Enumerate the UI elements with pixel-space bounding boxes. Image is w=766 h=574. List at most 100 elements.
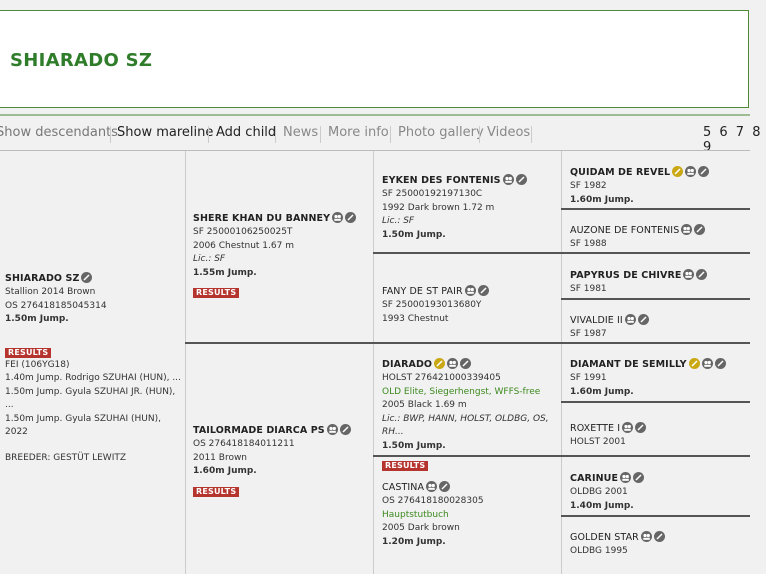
people-icon[interactable]: [332, 212, 344, 223]
column-divider: [561, 151, 562, 574]
nav-separator: [320, 126, 321, 143]
people-icon[interactable]: [701, 358, 713, 369]
results-badge[interactable]: RESULTS: [193, 288, 240, 298]
row-divider: [561, 515, 750, 517]
horse-studbook: Hauptstutbuch: [382, 509, 449, 520]
edit-icon[interactable]: [694, 224, 706, 235]
horse-name[interactable]: DIARADO: [382, 359, 432, 370]
edit-icon[interactable]: [460, 358, 472, 369]
fei-id: FEI (106YG18): [5, 359, 70, 370]
horse-titles: OLD Elite, Siegerhengst, WFFS-free: [382, 386, 541, 397]
horse-name[interactable]: VIVALDIE II: [570, 315, 623, 326]
people-icon[interactable]: [685, 166, 697, 177]
horse-license: Lic.: SF: [382, 216, 415, 226]
horse-id: OLDBG 2001: [570, 487, 628, 497]
edit-icon[interactable]: [515, 174, 527, 185]
breeder: BREEDER: GESTÜT LEWITZ: [5, 452, 127, 463]
edit-icon[interactable]: [633, 472, 645, 483]
edit-icon[interactable]: [696, 269, 708, 280]
results-badge[interactable]: RESULTS: [193, 486, 240, 497]
g4-horse: AUZONE DE FONTENIS SF 1988: [570, 218, 750, 252]
result-row: 1.50m Jump. Gyula SZUHAI JR. (HUN), ...: [5, 386, 176, 411]
edit-icon[interactable]: [339, 424, 351, 435]
row-divider: [373, 252, 750, 254]
nav-separator: [275, 126, 276, 143]
subject-id: OS 276418185045314: [5, 300, 107, 311]
horse-jump: 1.40m Jump.: [570, 500, 634, 511]
premium-icon[interactable]: [434, 358, 446, 369]
videos-link[interactable]: Videos: [487, 125, 530, 140]
show-descendants-link[interactable]: Show descendants: [0, 125, 118, 140]
row-divider: [185, 342, 750, 344]
people-icon[interactable]: [326, 424, 338, 435]
premium-icon[interactable]: [688, 358, 700, 369]
people-icon[interactable]: [464, 285, 476, 296]
results-badge[interactable]: RESULTS: [382, 461, 429, 471]
horse-license: Lic.: BWP, HANN, HOLST, OLDBG, OS, RH...: [382, 413, 549, 438]
photo-gallery-link[interactable]: Photo gallery: [398, 125, 484, 140]
edit-icon[interactable]: [637, 314, 649, 325]
edit-icon[interactable]: [698, 166, 710, 177]
horse-name[interactable]: CASTINA: [382, 482, 424, 493]
edit-icon[interactable]: [345, 212, 357, 223]
dam-id: OS 276418184011211: [193, 439, 295, 449]
premium-icon[interactable]: [672, 166, 684, 177]
edit-icon[interactable]: [653, 531, 665, 542]
edit-icon[interactable]: [439, 481, 451, 492]
dam-name[interactable]: TAILORMADE DIARCA PS: [193, 425, 325, 436]
row-divider: [561, 208, 750, 210]
nav-separator: [110, 126, 111, 143]
people-icon[interactable]: [624, 314, 636, 325]
g4-horse: QUIDAM DE REVEL SF 1982 1.60m Jump.: [570, 160, 750, 207]
horse-jump: 1.50m Jump.: [382, 440, 446, 451]
horse-info: 2005 Dark brown: [382, 523, 460, 533]
horse-id: OS 276418180028305: [382, 496, 484, 506]
people-icon[interactable]: [447, 358, 459, 369]
news-link[interactable]: News: [283, 125, 318, 140]
g4-horse: DIAMANT DE SEMILLY SF 1991 1.60m Jump.: [570, 352, 750, 399]
page-title: SHIARADO SZ: [10, 50, 153, 71]
horse-name[interactable]: EYKEN DES FONTENIS: [382, 175, 501, 186]
people-icon[interactable]: [622, 422, 634, 433]
people-icon[interactable]: [681, 224, 693, 235]
nav-separator: [531, 126, 532, 143]
sire-name[interactable]: SHERE KHAN DU BANNEY: [193, 213, 330, 224]
add-child-link[interactable]: Add child: [216, 125, 276, 140]
g4-horse: GOLDEN STAR OLDBG 1995: [570, 525, 750, 559]
people-icon[interactable]: [426, 481, 438, 492]
horse-name[interactable]: PAPYRUS DE CHIVRE: [570, 270, 681, 281]
more-info-link[interactable]: More info: [328, 125, 389, 140]
sire-jump: 1.55m Jump.: [193, 267, 257, 278]
horse-name[interactable]: QUIDAM DE REVEL: [570, 167, 670, 178]
subject-jump: 1.50m Jump.: [5, 314, 69, 324]
people-icon[interactable]: [502, 174, 514, 185]
sire-horse: SHERE KHAN DU BANNEY SF 25000106250025T …: [193, 206, 371, 299]
edit-icon[interactable]: [81, 272, 93, 283]
nav-separator: [208, 126, 209, 143]
subject-name[interactable]: SHIARADO SZ: [5, 273, 79, 284]
horse-name[interactable]: CARINUE: [570, 473, 618, 484]
horse-id: SF 1981: [570, 284, 607, 294]
horse-jump: 1.60m Jump.: [570, 194, 634, 205]
sire-id: SF 25000106250025T: [193, 227, 293, 237]
people-icon[interactable]: [683, 269, 695, 280]
dam-jump: 1.60m Jump.: [193, 466, 257, 476]
pedigree-top-rule: [0, 150, 750, 151]
edit-icon[interactable]: [714, 358, 726, 369]
g4-horse: ROXETTE I HOLST 2001: [570, 416, 750, 450]
results-badge[interactable]: RESULTS: [5, 347, 52, 358]
horse-name[interactable]: ROXETTE I: [570, 423, 620, 434]
edit-icon[interactable]: [635, 422, 647, 433]
horse-name[interactable]: AUZONE DE FONTENIS: [570, 225, 679, 236]
horse-name[interactable]: GOLDEN STAR: [570, 532, 639, 543]
column-divider: [373, 151, 374, 574]
horse-id: SF 1982: [570, 181, 607, 191]
horse-id: HOLST 276421000339405: [382, 373, 501, 383]
horse-name[interactable]: FANY DE ST PAIR: [382, 286, 463, 297]
show-mareline-link[interactable]: Show mareline: [117, 125, 213, 140]
sire-dam-horse: FANY DE ST PAIR SF 25000193013680Y 1993 …: [382, 279, 560, 326]
people-icon[interactable]: [620, 472, 632, 483]
people-icon[interactable]: [640, 531, 652, 542]
horse-name[interactable]: DIAMANT DE SEMILLY: [570, 359, 687, 370]
edit-icon[interactable]: [477, 285, 489, 296]
